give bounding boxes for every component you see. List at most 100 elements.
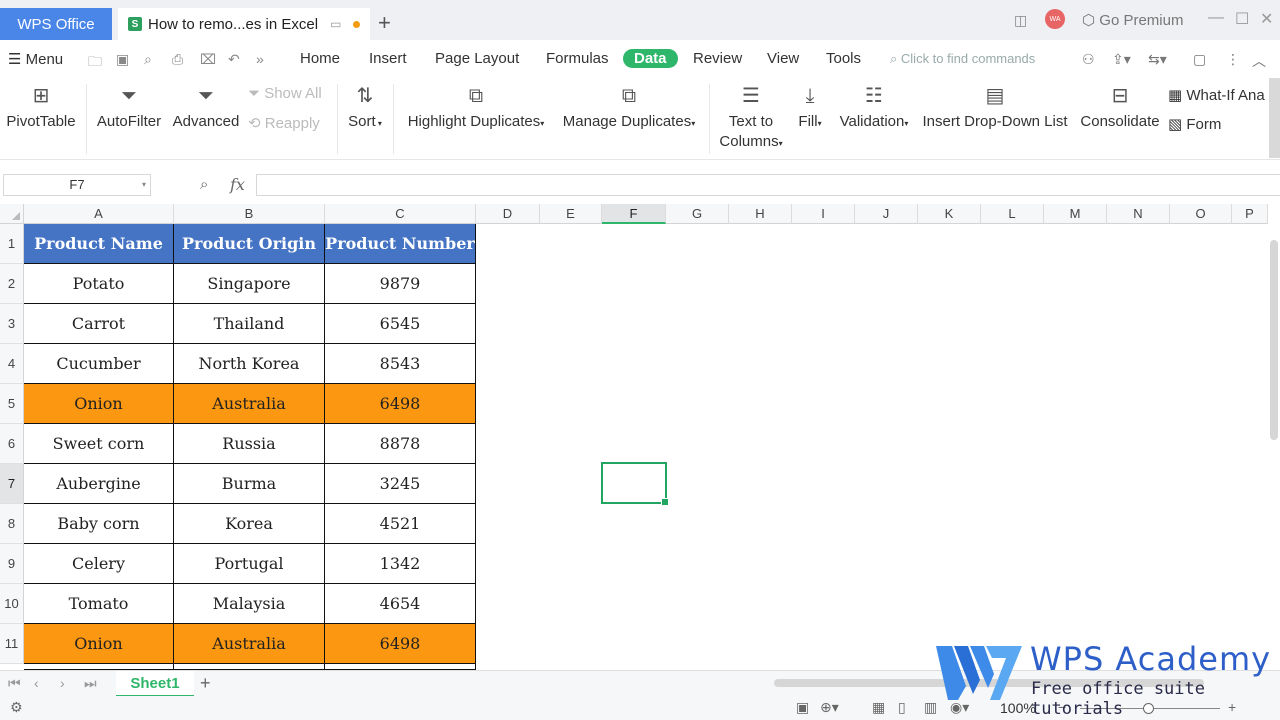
sheet-tab-sheet1[interactable]: Sheet1 (116, 671, 194, 697)
table-cell[interactable]: 9879 (325, 264, 476, 304)
window-icon[interactable]: ▭ (330, 17, 341, 31)
share-icon[interactable]: ⇪▾ (1112, 51, 1131, 68)
advanced-filter-button[interactable]: ⏷ Advanced (170, 84, 242, 132)
row-header-8[interactable]: 8 (0, 504, 24, 544)
undo-icon[interactable]: ↶ (228, 51, 240, 68)
macro-icon[interactable]: ⚙ (10, 699, 23, 716)
protect-icon[interactable]: ▣ (796, 699, 809, 716)
column-header-l[interactable]: L (981, 204, 1044, 224)
table-cell[interactable]: Potato (24, 264, 174, 304)
column-header-g[interactable]: G (666, 204, 729, 224)
row-header-11[interactable]: 11 (0, 624, 24, 664)
column-header-p[interactable]: P (1232, 204, 1268, 224)
consolidate-button[interactable]: ⊟ Consolidate (1077, 84, 1163, 132)
comment-icon[interactable]: ▢ (1193, 51, 1206, 68)
row-header-6[interactable]: 6 (0, 424, 24, 464)
table-cell[interactable]: 1342 (325, 544, 476, 584)
table-cell[interactable]: 8543 (325, 344, 476, 384)
insert-dropdown-list-button[interactable]: ▤ Insert Drop-Down List (920, 84, 1070, 132)
menu-button[interactable]: ☰ Menu (8, 50, 63, 68)
tab-data[interactable]: Data (623, 49, 678, 68)
format-painter-icon[interactable]: ⌕ (144, 51, 152, 68)
row-header-7[interactable]: 7 (0, 464, 24, 504)
table-cell[interactable]: 8878 (325, 424, 476, 464)
print-preview-icon[interactable]: ⌧ (200, 51, 216, 68)
autofilter-button[interactable]: ⏷ AutoFilter (94, 84, 164, 132)
row-header-4[interactable]: 4 (0, 344, 24, 384)
table-cell[interactable]: Celery (24, 544, 174, 584)
close-icon[interactable]: ✕ (1260, 9, 1273, 29)
table-cell[interactable]: Malaysia (174, 584, 325, 624)
table-cell[interactable]: Tomato (24, 584, 174, 624)
show-all-button[interactable]: ⏷ Show All (248, 84, 330, 104)
what-if-analysis-button[interactable]: ▦ What-If Ana (1168, 86, 1268, 106)
column-header-h[interactable]: H (729, 204, 792, 224)
name-box-dropdown-icon[interactable]: ▾ (142, 175, 146, 195)
table-cell[interactable]: 4654 (325, 584, 476, 624)
manage-duplicates-button[interactable]: ⧉ Manage Duplicates▾ (559, 84, 699, 134)
table-cell[interactable]: Singapore (174, 264, 325, 304)
wps-office-tab[interactable]: WPS Office (0, 8, 112, 40)
tab-insert[interactable]: Insert (369, 50, 407, 67)
table-cell[interactable]: Aubergine (24, 464, 174, 504)
column-header-b[interactable]: B (174, 204, 325, 224)
table-cell[interactable]: Australia (174, 624, 325, 664)
table-cell[interactable]: Baby corn (24, 504, 174, 544)
fill-button[interactable]: ⤓ Fill▾ (792, 84, 828, 134)
table-cell[interactable]: 4521 (325, 504, 476, 544)
collapse-ribbon-icon[interactable]: ︿ (1252, 51, 1266, 71)
print-icon[interactable]: ⎙ (172, 51, 183, 68)
column-header-o[interactable]: O (1170, 204, 1232, 224)
table-cell[interactable]: Thailand (174, 304, 325, 344)
maximize-icon[interactable]: ☐ (1235, 9, 1249, 29)
table-cell[interactable]: Onion (24, 624, 174, 664)
table-cell[interactable]: 6498 (325, 384, 476, 424)
form-button[interactable]: ▧ Form (1168, 115, 1268, 135)
name-box[interactable]: F7 ▾ (3, 174, 151, 196)
vertical-scroll-thumb[interactable] (1270, 240, 1278, 440)
ribbon-scroll-right[interactable] (1269, 78, 1280, 158)
table-cell[interactable]: North Korea (174, 344, 325, 384)
text-to-columns-button[interactable]: ☰ Text to Columns▾ (716, 84, 786, 154)
table-cell[interactable]: 3245 (325, 464, 476, 504)
table-cell[interactable]: Carrot (24, 304, 174, 344)
table-cell[interactable]: Cucumber (24, 344, 174, 384)
column-header-m[interactable]: M (1044, 204, 1107, 224)
sort-button[interactable]: ⇅ Sort ▾ (343, 84, 387, 134)
tab-tools[interactable]: Tools (826, 50, 861, 67)
open-folder-icon[interactable]: 🗀 (88, 51, 102, 75)
vertical-scrollbar[interactable] (1268, 224, 1280, 670)
more-options-icon[interactable]: ⋮ (1226, 51, 1240, 68)
column-header-i[interactable]: I (792, 204, 855, 224)
table-cell[interactable]: Korea (174, 504, 325, 544)
zoom-icon[interactable]: ⌕ (200, 176, 208, 193)
table-cell[interactable]: Onion (24, 384, 174, 424)
page-view-icon[interactable]: ▯ (898, 699, 906, 716)
tab-view[interactable]: View (767, 50, 799, 67)
pivottable-button[interactable]: ⊞ PivotTable (6, 84, 76, 132)
column-header-n[interactable]: N (1107, 204, 1170, 224)
normal-view-icon[interactable]: ▦ (872, 699, 885, 716)
column-header-a[interactable]: A (24, 204, 174, 224)
minimize-icon[interactable]: — (1208, 9, 1224, 27)
select-all-corner[interactable] (0, 204, 24, 224)
find-commands-input[interactable]: ⌕ Click to find commands (890, 51, 1035, 67)
table-header-cell[interactable]: Product Origin (174, 224, 325, 264)
save-icon[interactable]: ▣ (116, 51, 129, 68)
column-header-c[interactable]: C (325, 204, 476, 224)
validation-button[interactable]: ☷ Validation▾ (834, 84, 914, 134)
layout-icon[interactable]: ◫ (1014, 8, 1027, 32)
column-header-f[interactable]: F (602, 204, 666, 224)
table-cell[interactable]: Burma (174, 464, 325, 504)
avatar[interactable]: WA (1045, 9, 1065, 29)
more-icon[interactable]: » (256, 51, 264, 67)
highlight-duplicates-button[interactable]: ⧉ Highlight Duplicates▾ (402, 84, 550, 134)
row-header-5[interactable]: 5 (0, 384, 24, 424)
table-cell[interactable]: Sweet corn (24, 424, 174, 464)
column-header-e[interactable]: E (540, 204, 602, 224)
tab-formulas[interactable]: Formulas (546, 50, 609, 67)
table-cell[interactable]: Portugal (174, 544, 325, 584)
row-header-10[interactable]: 10 (0, 584, 24, 624)
freeze-icon[interactable]: ⊕▾ (820, 699, 839, 716)
fx-icon[interactable]: fx (230, 175, 245, 194)
